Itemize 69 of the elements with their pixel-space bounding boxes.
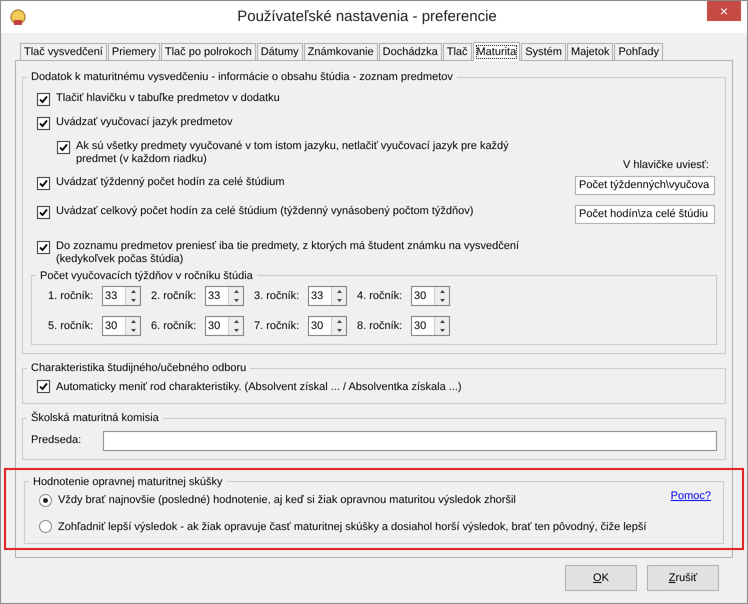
radio-button[interactable] bbox=[39, 520, 52, 534]
checkbox-label: Uvádzať týždenný počet hodín za celé štúdium bbox=[56, 176, 286, 188]
checkbox[interactable] bbox=[37, 92, 50, 106]
tab[interactable]: Systém bbox=[521, 43, 566, 60]
tab[interactable]: Dochádzka bbox=[378, 43, 442, 60]
radio-button[interactable] bbox=[39, 494, 52, 507]
close-button[interactable]: × bbox=[707, 1, 741, 21]
year-label: 7. ročník: bbox=[254, 318, 300, 334]
tab[interactable]: Tlač po polrokoch bbox=[160, 43, 256, 60]
number-spinner[interactable]: 33 bbox=[205, 286, 244, 306]
year-label: 8. ročník: bbox=[357, 318, 404, 334]
field-label: Predseda: bbox=[31, 433, 82, 448]
number-spinner[interactable]: 33 bbox=[308, 286, 347, 306]
checkbox-label: Uvádzať vyučovací jazyk predmetov bbox=[56, 116, 234, 128]
spinner-value: 30 bbox=[413, 289, 428, 304]
dialog-button[interactable]: Zrušiť bbox=[647, 565, 719, 591]
checkbox-label: Tlačiť hlavičku v tabuľke predmetov v dodatku bbox=[56, 92, 281, 104]
spinner-value: 30 bbox=[207, 319, 222, 334]
number-spinner[interactable]: 30 bbox=[205, 316, 244, 336]
window-title: Používateľské nastavenia - preferencie bbox=[236, 6, 498, 27]
spinner-value: 33 bbox=[104, 289, 118, 304]
checkbox-label: Uvádzať celkový počet hodín za celé štúdium (týždenný vynásobený počtom týždňov) bbox=[56, 204, 474, 218]
checkbox-label: Automaticky meniť rod charakteristiky. (Absolvent získal ... / Absolventka získala ...) bbox=[56, 380, 462, 394]
group-title: Charakteristika študijného/učebného odboru bbox=[30, 361, 248, 376]
year-label: 5. ročník: bbox=[48, 318, 94, 334]
checkbox[interactable] bbox=[57, 140, 70, 154]
checkbox[interactable] bbox=[37, 206, 50, 218]
group-title: Dodatok k maturitnému vysvedčeniu - informácie o obsahu štúdia - zoznam predmetov bbox=[30, 70, 454, 85]
checkbox[interactable] bbox=[37, 240, 50, 254]
number-spinner[interactable]: 33 bbox=[102, 286, 141, 306]
input-field[interactable] bbox=[103, 430, 717, 450]
spinner-value: 30 bbox=[310, 319, 324, 334]
checkbox[interactable] bbox=[37, 116, 50, 130]
tab[interactable]: Maturita bbox=[472, 42, 520, 61]
checkbox[interactable] bbox=[37, 380, 50, 394]
group-title: Hodnotenie opravnej maturitnej skúšky bbox=[32, 474, 224, 490]
spinner-value: 33 bbox=[207, 289, 222, 304]
number-spinner[interactable]: 30 bbox=[411, 316, 450, 336]
tab[interactable]: Tlač bbox=[442, 43, 472, 60]
number-spinner[interactable]: 30 bbox=[308, 316, 347, 336]
dialog-button[interactable]: OK bbox=[565, 565, 637, 591]
spinner-value: 30 bbox=[104, 319, 118, 334]
spinner-value: 33 bbox=[310, 289, 324, 304]
year-label: 1. ročník: bbox=[48, 288, 94, 304]
text-field[interactable]: Počet hodín\za celé štúdiu bbox=[575, 204, 715, 224]
number-spinner[interactable]: 30 bbox=[411, 286, 450, 306]
year-label: 2. ročník: bbox=[151, 288, 198, 304]
checkbox-label: Ak sú všetky predmety vyučované v tom istom jazyku, netlačiť vyučovací jazyk pre každý predmet (v každom riadku) bbox=[76, 140, 510, 166]
group-title: Počet vyučovacích týždňov v ročníku štúdia bbox=[39, 268, 254, 284]
number-spinner[interactable]: 30 bbox=[102, 316, 141, 336]
header-label: V hlavičke uviesť: bbox=[622, 158, 709, 173]
tab[interactable]: Priemery bbox=[108, 43, 160, 60]
tab[interactable]: Tlač vysvedčení bbox=[20, 43, 107, 60]
tab[interactable]: Majetok bbox=[566, 43, 614, 60]
group-title: Školská maturitná komisia bbox=[30, 410, 160, 426]
year-label: 6. ročník: bbox=[151, 318, 198, 334]
text-field[interactable]: Počet týždenných\vyučova bbox=[575, 176, 715, 194]
radio-label: Vždy brať najnovšie (posledné) hodnotenie, aj keď si žiak opravnou maturitou výsledok zhoršil bbox=[58, 493, 516, 508]
checkbox-label: Do zoznamu predmetov preniesť iba tie predmety, z ktorých má študent známku na vysvedčení (kedykoľvek počas štúdia) bbox=[56, 240, 520, 266]
spinner-value: 30 bbox=[413, 319, 428, 334]
tab[interactable]: Známkovanie bbox=[304, 43, 378, 60]
checkbox[interactable] bbox=[37, 176, 50, 190]
app-icon bbox=[9, 8, 27, 26]
help-link[interactable]: Pomoc? bbox=[670, 488, 711, 504]
tab[interactable]: Dátumy bbox=[256, 43, 303, 60]
tab[interactable]: Pohľady bbox=[614, 43, 663, 60]
radio-label: Zohľadniť lepší výsledok - ak žiak opravuje časť maturitnej skúšky a dosiahol horší výsledok, brať ten pôvodný, čiže lepší bbox=[58, 520, 646, 534]
year-label: 4. ročník: bbox=[357, 288, 404, 304]
year-label: 3. ročník: bbox=[254, 288, 300, 304]
